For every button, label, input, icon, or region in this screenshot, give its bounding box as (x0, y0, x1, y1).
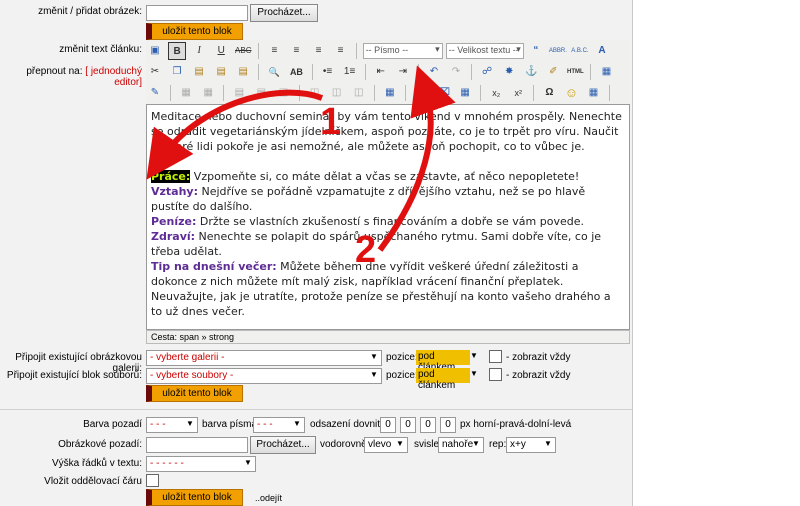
annotation-overlay: 1 2 (146, 65, 456, 271)
arrow-1-label: 1 (320, 101, 341, 143)
arrow-1 (146, 89, 324, 180)
arrow-2-label: 2 (355, 229, 376, 271)
arrow-2 (377, 65, 456, 252)
